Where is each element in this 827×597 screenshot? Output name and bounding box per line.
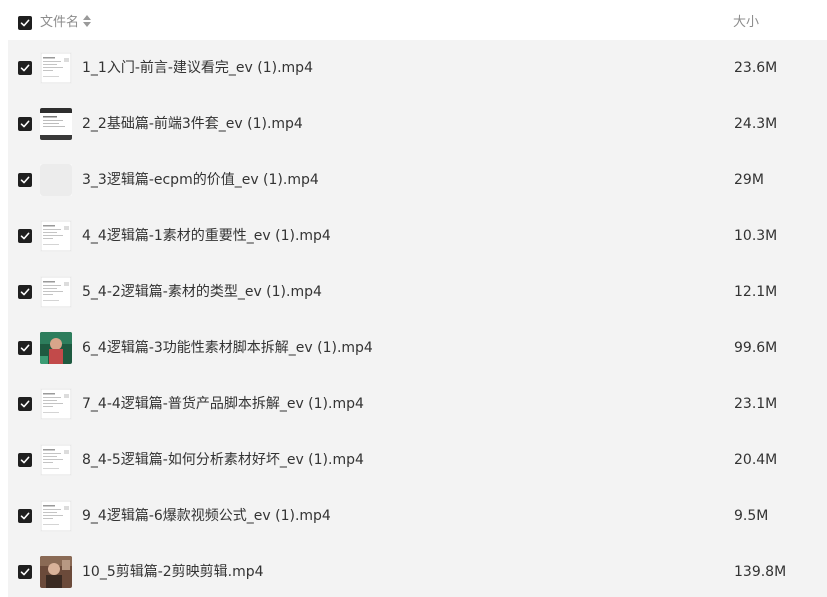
- file-row[interactable]: 4_4逻辑篇-1素材的重要性_ev (1).mp4 10.3M: [8, 208, 827, 264]
- file-size: 24.3M: [734, 116, 778, 132]
- file-size: 23.1M: [734, 396, 778, 412]
- file-name[interactable]: 5_4-2逻辑篇-素材的类型_ev (1).mp4: [82, 283, 322, 301]
- file-name[interactable]: 6_4逻辑篇-3功能性素材脚本拆解_ev (1).mp4: [82, 339, 373, 357]
- checkmark-icon: [20, 19, 30, 27]
- checkmark-icon: [20, 176, 30, 184]
- checkmark-icon: [20, 232, 30, 240]
- file-row[interactable]: 7_4-4逻辑篇-普货产品脚本拆解_ev (1).mp4 23.1M: [8, 376, 827, 432]
- checkmark-icon: [20, 512, 30, 520]
- file-size: 23.6M: [734, 60, 778, 76]
- file-size: 99.6M: [734, 340, 778, 356]
- checkmark-icon: [20, 344, 30, 352]
- video-thumbnail[interactable]: [40, 388, 72, 420]
- select-all-checkbox[interactable]: [18, 16, 32, 30]
- row-checkbox[interactable]: [18, 117, 32, 131]
- file-row[interactable]: 1_1入门-前言-建议看完_ev (1).mp4 23.6M: [8, 40, 827, 96]
- video-thumbnail[interactable]: [40, 332, 72, 364]
- file-name[interactable]: 10_5剪辑篇-2剪映剪辑.mp4: [82, 563, 264, 581]
- video-thumbnail[interactable]: [40, 500, 72, 532]
- file-name[interactable]: 3_3逻辑篇-ecpm的价值_ev (1).mp4: [82, 171, 319, 189]
- file-name[interactable]: 8_4-5逻辑篇-如何分析素材好坏_ev (1).mp4: [82, 451, 364, 469]
- checkmark-icon: [20, 456, 30, 464]
- file-size: 12.1M: [734, 284, 778, 300]
- video-thumbnail[interactable]: [40, 556, 72, 588]
- list-header: 文件名 大小: [0, 0, 827, 44]
- video-thumbnail[interactable]: [40, 164, 72, 196]
- row-checkbox[interactable]: [18, 565, 32, 579]
- checkmark-icon: [20, 64, 30, 72]
- row-checkbox[interactable]: [18, 509, 32, 523]
- file-name[interactable]: 2_2基础篇-前端3件套_ev (1).mp4: [82, 115, 303, 133]
- checkmark-icon: [20, 120, 30, 128]
- row-checkbox[interactable]: [18, 61, 32, 75]
- sort-icon[interactable]: [83, 15, 92, 27]
- row-checkbox[interactable]: [18, 341, 32, 355]
- checkmark-icon: [20, 400, 30, 408]
- row-checkbox[interactable]: [18, 453, 32, 467]
- file-rows: 1_1入门-前言-建议看完_ev (1).mp4 23.6M 2_2基础篇-前端3件…: [8, 40, 827, 597]
- checkmark-icon: [20, 288, 30, 296]
- file-size: 29M: [734, 172, 764, 188]
- video-thumbnail[interactable]: [40, 108, 72, 140]
- file-name[interactable]: 4_4逻辑篇-1素材的重要性_ev (1).mp4: [82, 227, 331, 245]
- row-checkbox[interactable]: [18, 397, 32, 411]
- checkmark-icon: [20, 568, 30, 576]
- file-name[interactable]: 9_4逻辑篇-6爆款视频公式_ev (1).mp4: [82, 507, 331, 525]
- file-row[interactable]: 8_4-5逻辑篇-如何分析素材好坏_ev (1).mp4 20.4M: [8, 432, 827, 488]
- file-size: 139.8M: [734, 564, 787, 580]
- file-name[interactable]: 7_4-4逻辑篇-普货产品脚本拆解_ev (1).mp4: [82, 395, 364, 413]
- video-thumbnail[interactable]: [40, 444, 72, 476]
- file-row[interactable]: 3_3逻辑篇-ecpm的价值_ev (1).mp4 29M: [8, 152, 827, 208]
- name-column-header[interactable]: 文件名: [40, 14, 92, 32]
- row-checkbox[interactable]: [18, 229, 32, 243]
- video-thumbnail[interactable]: [40, 276, 72, 308]
- size-column-header[interactable]: 大小: [733, 14, 759, 32]
- file-row[interactable]: 10_5剪辑篇-2剪映剪辑.mp4 139.8M: [8, 544, 827, 597]
- file-size: 10.3M: [734, 228, 778, 244]
- file-name[interactable]: 1_1入门-前言-建议看完_ev (1).mp4: [82, 59, 313, 77]
- file-row[interactable]: 5_4-2逻辑篇-素材的类型_ev (1).mp4 12.1M: [8, 264, 827, 320]
- file-list: 文件名 大小 1_1入门-前言-建议看完_ev (1).mp4 23.6M 2_2基…: [0, 0, 827, 597]
- file-size: 20.4M: [734, 452, 778, 468]
- file-row[interactable]: 9_4逻辑篇-6爆款视频公式_ev (1).mp4 9.5M: [8, 488, 827, 544]
- file-row[interactable]: 2_2基础篇-前端3件套_ev (1).mp4 24.3M: [8, 96, 827, 152]
- video-thumbnail[interactable]: [40, 52, 72, 84]
- video-thumbnail[interactable]: [40, 220, 72, 252]
- name-column-label: 文件名: [40, 15, 80, 30]
- row-checkbox[interactable]: [18, 285, 32, 299]
- file-size: 9.5M: [734, 508, 769, 524]
- row-checkbox[interactable]: [18, 173, 32, 187]
- file-row[interactable]: 6_4逻辑篇-3功能性素材脚本拆解_ev (1).mp4 99.6M: [8, 320, 827, 376]
